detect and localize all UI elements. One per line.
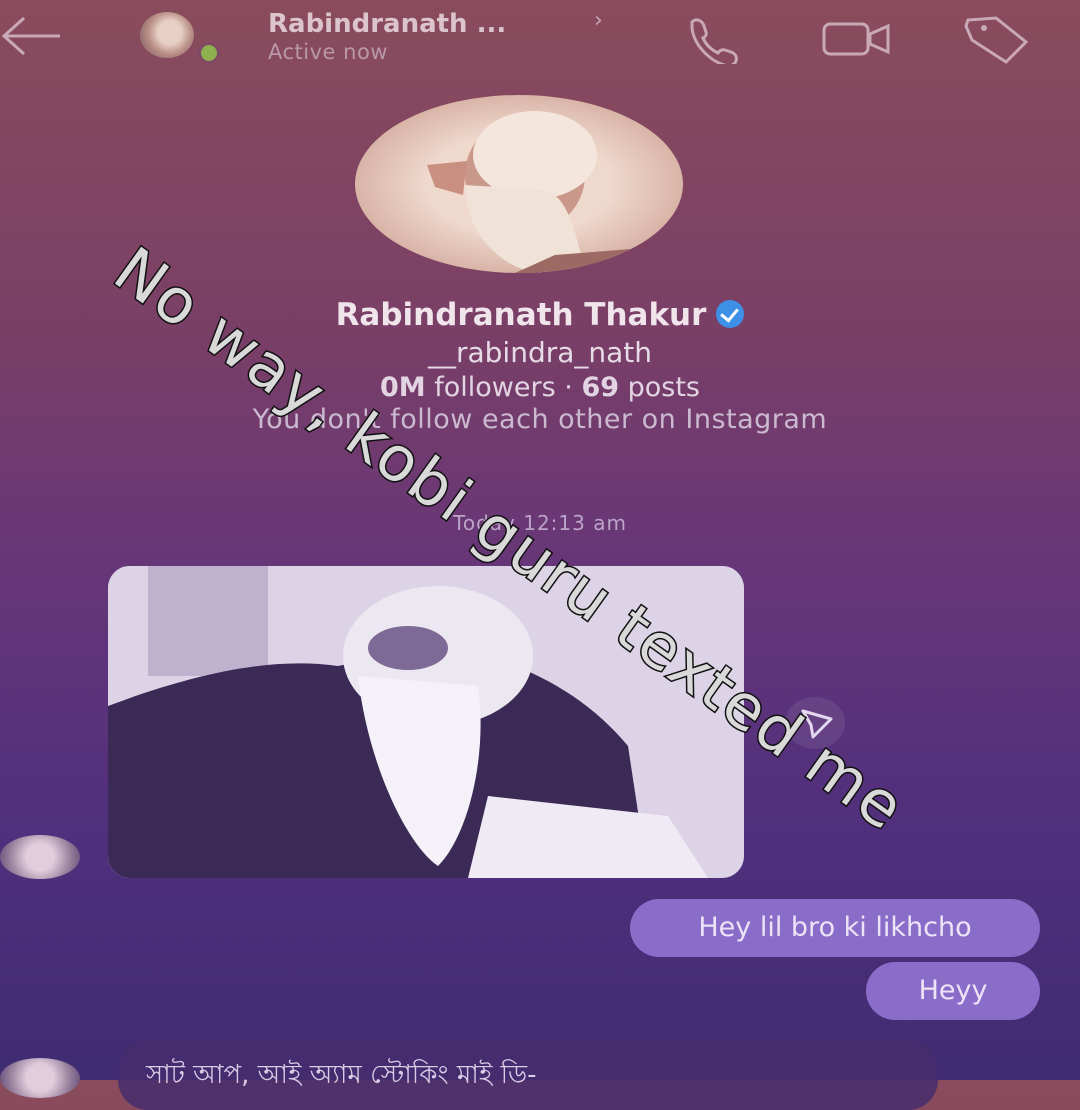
arrow-left-icon xyxy=(1,16,60,56)
active-status: Active now xyxy=(268,40,388,64)
posts-label: posts xyxy=(627,372,700,403)
incoming-message[interactable]: সাট আপ, আই অ্যাম স্টোকিং মাই ডি- xyxy=(118,1040,938,1110)
follow-relationship-note: You don't follow each other on Instagram xyxy=(252,404,828,435)
profile-avatar[interactable] xyxy=(355,95,683,273)
tag-button[interactable] xyxy=(960,12,1029,64)
outgoing-message[interactable]: Hey lil bro ki likhcho xyxy=(630,899,1040,957)
outgoing-message[interactable]: Heyy xyxy=(866,962,1040,1020)
chevron-right-icon[interactable]: › xyxy=(594,8,603,33)
video-camera-icon xyxy=(822,22,890,56)
verified-badge-icon xyxy=(716,300,745,328)
posts-count: 69 xyxy=(581,372,620,403)
followers-label: followers xyxy=(434,372,556,403)
profile-name-text: Rabindranath Thakur xyxy=(335,297,707,333)
profile-name: Rabindranath Thakur xyxy=(0,297,1080,333)
message-timestamp: Today 12:13 am xyxy=(453,511,627,535)
stats-separator: · xyxy=(555,372,573,403)
chat-header: Rabindranath ... › Active now xyxy=(0,0,1080,80)
profile-handle: __rabindra_nath xyxy=(427,336,653,369)
sender-avatar[interactable] xyxy=(0,1058,80,1098)
online-status-dot xyxy=(198,42,220,64)
share-button[interactable] xyxy=(785,697,845,749)
sender-avatar[interactable] xyxy=(0,835,80,879)
send-icon xyxy=(801,709,833,739)
contact-name[interactable]: Rabindranath ... xyxy=(268,9,506,39)
photo-message[interactable] xyxy=(108,566,744,878)
back-button[interactable] xyxy=(0,10,66,62)
phone-icon xyxy=(690,18,738,68)
tag-icon xyxy=(964,16,1029,64)
followers-count: 0M xyxy=(380,372,426,403)
header-avatar[interactable] xyxy=(140,12,194,58)
call-button[interactable] xyxy=(682,12,746,68)
video-call-button[interactable] xyxy=(818,12,890,64)
profile-stats: 0M followers · 69 posts xyxy=(0,372,1080,403)
